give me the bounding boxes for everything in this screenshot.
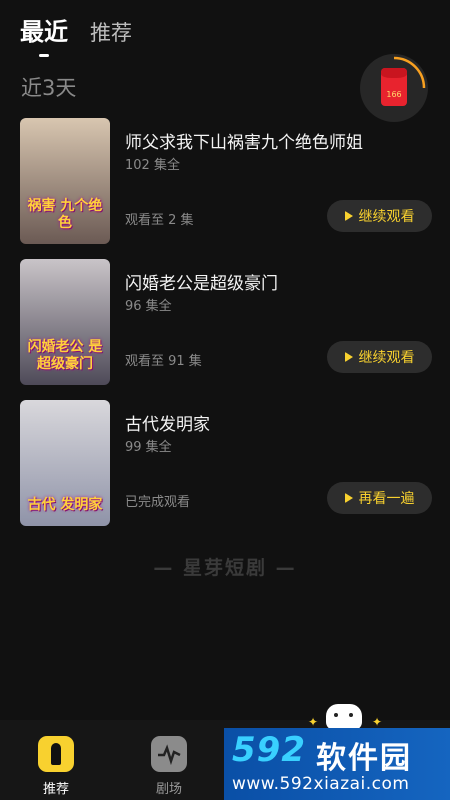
watch-progress: 观看至 91 集 [125,354,202,369]
drama-title: 闪婚老公是超级豪门 [125,274,278,294]
poster-caption: 闪婚老公 是超级豪门 [27,339,103,372]
continue-watching-button[interactable]: 继续观看 [327,200,432,232]
red-packet-widget[interactable]: 166 [360,54,428,122]
play-icon [344,211,353,221]
drama-card[interactable]: 祸害 九个绝色 师父求我下山祸害九个绝色师姐 102 集全 观看至 2 集 继续… [20,118,432,244]
drama-poster[interactable]: 闪婚老公 是超级豪门 [20,259,110,385]
red-envelope-icon: 166 [381,68,407,106]
watermark-logo: 592 [232,730,306,770]
nav-label: 剧场 [155,782,182,797]
brand-footer-text: — 星芽短剧 — [153,557,297,579]
tab-recommend[interactable]: 推荐 [90,17,132,47]
watch-progress: 已完成观看 [125,495,191,510]
drama-card[interactable]: 古代 发明家 古代发明家 99 集全 已完成观看 再看一遍 [20,400,432,526]
continue-watching-button[interactable]: 继续观看 [327,341,432,373]
play-icon [344,493,353,503]
action-label: 继续观看 [358,209,415,225]
drama-card[interactable]: 闪婚老公 是超级豪门 闪婚老公是超级豪门 96 集全 观看至 91 集 继续观看 [20,259,432,385]
drama-poster[interactable]: 祸害 九个绝色 [20,118,110,244]
watch-progress: 观看至 2 集 [125,213,194,228]
pulse-icon [158,744,181,766]
sparkle-icon: ✦ [308,715,319,729]
play-icon [344,352,353,362]
drama-episodes: 102 集全 [125,158,180,173]
watch-again-button[interactable]: 再看一遍 [327,482,432,514]
watermark-name: 软件园 [316,741,412,776]
tab-recent[interactable]: 最近 [20,12,68,57]
drama-episodes: 99 集全 [125,440,172,455]
nav-item-recommend[interactable]: 推荐 [26,736,86,797]
theater-icon [151,736,187,772]
section-title: 近3天 [21,76,77,100]
action-label: 继续观看 [358,350,415,366]
top-tabs: 最近 推荐 [20,12,154,57]
nav-item-theater[interactable]: 剧场 [139,736,199,797]
red-packet-value: 166 [386,90,402,99]
drama-title: 师父求我下山祸害九个绝色师姐 [125,133,363,153]
poster-caption: 古代 发明家 [27,497,103,513]
nav-label: 推荐 [42,782,69,797]
poster-caption: 祸害 九个绝色 [27,198,103,231]
drama-poster[interactable]: 古代 发明家 [20,400,110,526]
drama-episodes: 96 集全 [125,299,172,314]
home-icon [38,736,74,772]
drama-title: 古代发明家 [125,415,210,435]
watermark-url: www.592xiazai.com [232,774,410,794]
action-label: 再看一遍 [358,491,415,507]
watermark-banner: 592 软件园 www.592xiazai.com [224,728,450,800]
game-mascot-icon[interactable] [326,704,362,730]
sparkle-icon: ✦ [372,715,383,729]
